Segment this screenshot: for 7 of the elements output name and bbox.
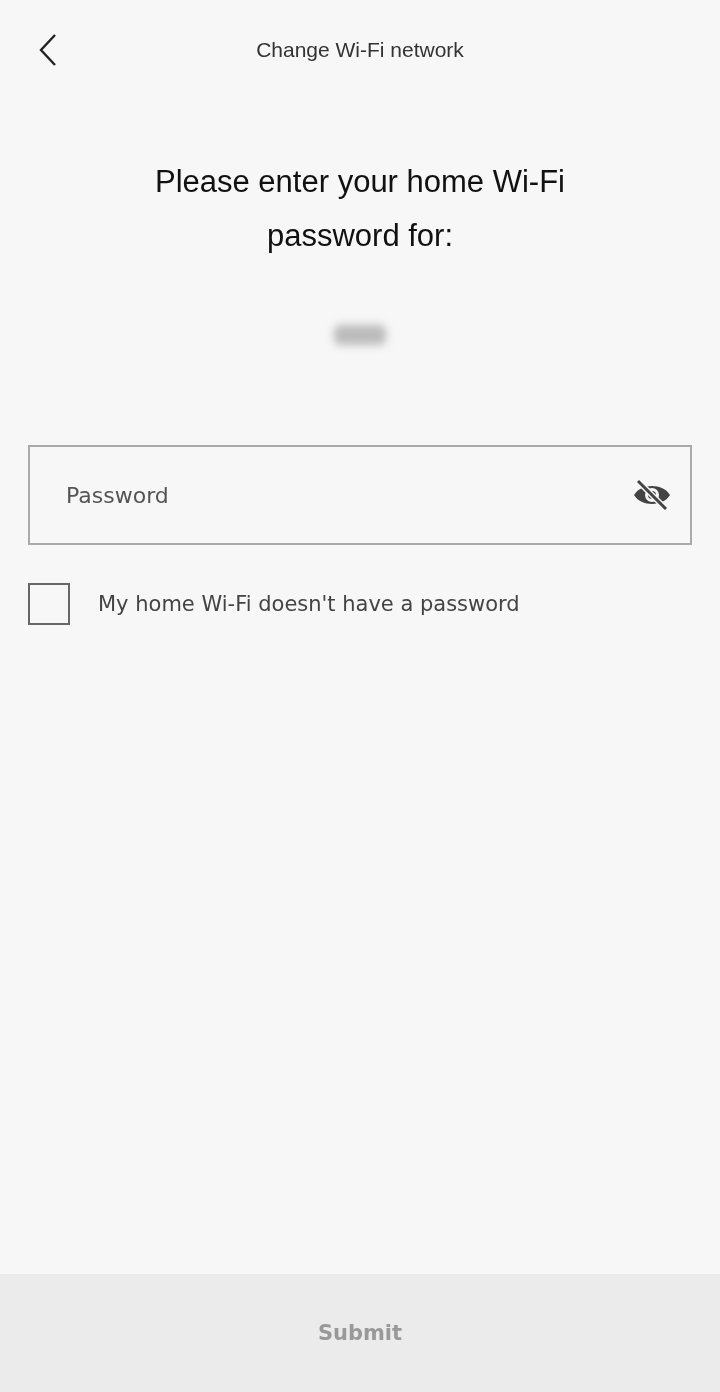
checkbox-label: My home Wi-Fi doesn't have a password (98, 592, 520, 616)
heading-text: Please enter your home Wi-Fi password for: (153, 163, 566, 255)
screen-title: Change Wi-Fi network (256, 38, 464, 62)
checkbox[interactable] (28, 583, 70, 625)
eye-slash-icon[interactable] (632, 478, 672, 512)
password-field[interactable]: Password (28, 445, 692, 545)
blurred-network-name (334, 325, 386, 345)
